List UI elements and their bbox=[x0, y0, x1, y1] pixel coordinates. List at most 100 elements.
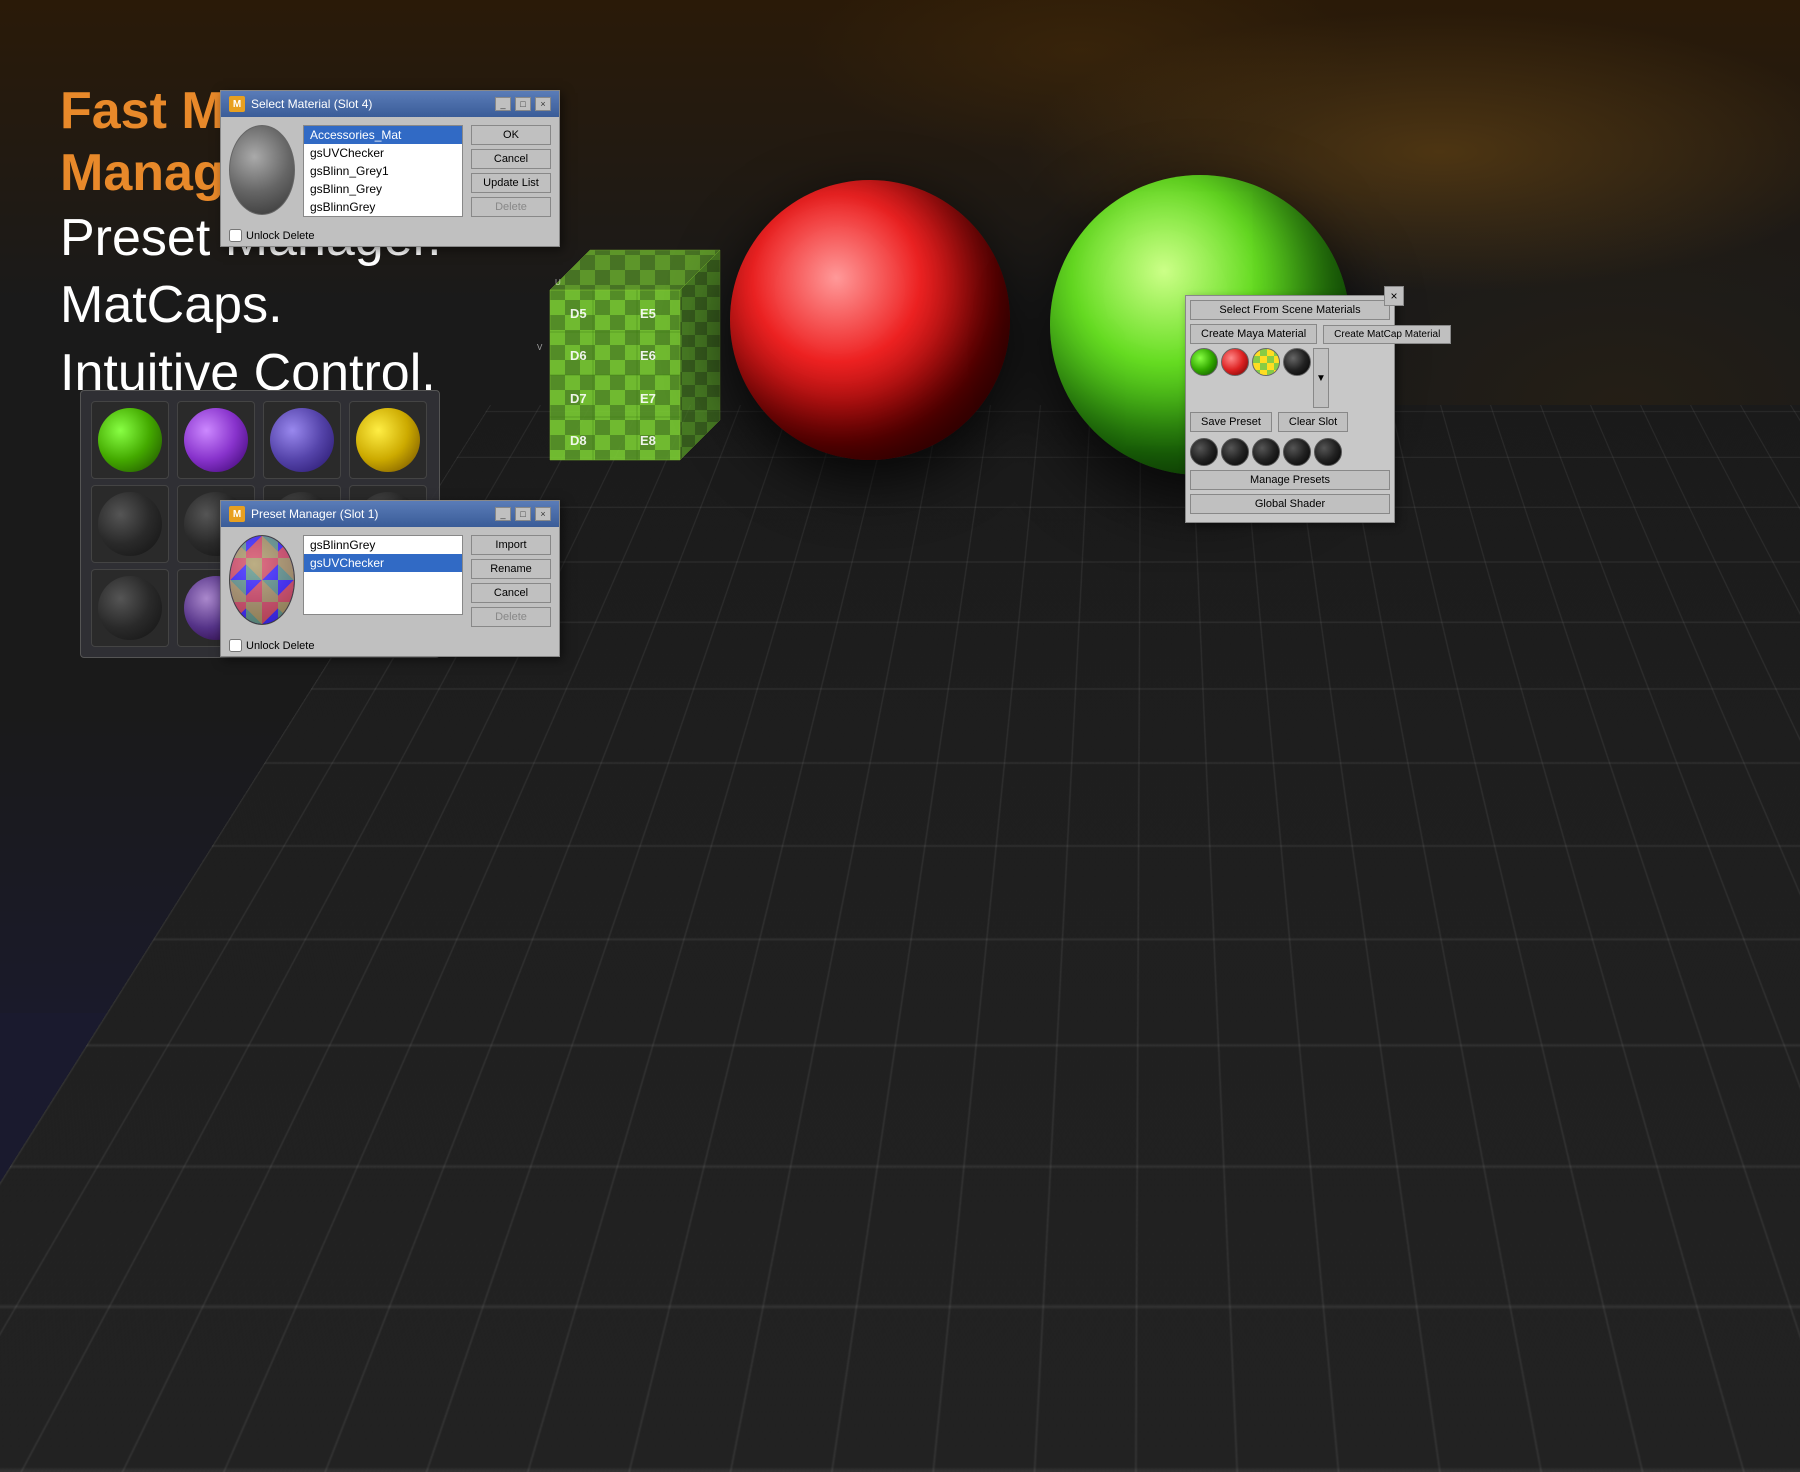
svg-text:D5: D5 bbox=[570, 306, 587, 321]
material-item-2[interactable]: gsBlinn_Grey1 bbox=[304, 162, 462, 180]
preset-manager-dialog: M Preset Manager (Slot 1) _ □ × gsBlinnG… bbox=[220, 500, 560, 657]
materials-list[interactable]: Accessories_Mat gsUVChecker gsBlinn_Grey… bbox=[303, 125, 463, 217]
mat-sphere-8 bbox=[98, 576, 162, 640]
small-swatch-3[interactable] bbox=[1252, 438, 1280, 466]
mat-sphere-4 bbox=[98, 492, 162, 556]
import-button[interactable]: Import bbox=[471, 535, 551, 555]
pm-titlebar-controls[interactable]: _ □ × bbox=[495, 507, 551, 521]
uv-checker-cube: D5 E5 D6 E6 D7 E7 D8 E8 U V bbox=[520, 210, 740, 490]
select-mat-body: Accessories_Mat gsUVChecker gsBlinn_Grey… bbox=[221, 117, 559, 225]
preset-manager-titlebar: M Preset Manager (Slot 1) _ □ × bbox=[221, 501, 559, 527]
save-preset-btn[interactable]: Save Preset bbox=[1190, 412, 1272, 432]
unlock-delete-label: Unlock Delete bbox=[246, 230, 314, 242]
unlock-row: Unlock Delete bbox=[221, 225, 559, 246]
mat-cell-8[interactable] bbox=[91, 569, 169, 647]
unlock-delete-checkbox[interactable] bbox=[229, 229, 242, 242]
create-maya-material-btn[interactable]: Create Maya Material bbox=[1190, 324, 1317, 344]
svg-text:V: V bbox=[537, 343, 543, 352]
titlebar-controls[interactable]: _ □ × bbox=[495, 97, 551, 111]
preset-manager-body: gsBlinnGrey gsUVChecker Import Rename Ca… bbox=[221, 527, 559, 635]
swatches-row-2 bbox=[1190, 436, 1390, 466]
scene-objects: D5 E5 D6 E6 D7 E7 D8 E8 U V bbox=[490, 0, 1800, 1013]
scroll-arrow[interactable]: ▼ bbox=[1313, 348, 1329, 408]
select-mat-buttons: OK Cancel Update List Delete bbox=[471, 125, 551, 217]
red-sphere bbox=[730, 180, 1010, 460]
material-item-0[interactable]: Accessories_Mat bbox=[304, 126, 462, 144]
svg-text:E6: E6 bbox=[640, 348, 656, 363]
small-swatch-4[interactable] bbox=[1283, 438, 1311, 466]
svg-text:D6: D6 bbox=[570, 348, 587, 363]
select-from-scene-row: Select From Scene Materials bbox=[1190, 300, 1390, 320]
small-swatch-1[interactable] bbox=[1190, 438, 1218, 466]
select-mat-title: Select Material (Slot 4) bbox=[251, 97, 372, 111]
select-from-scene-btn[interactable]: Select From Scene Materials bbox=[1190, 300, 1390, 320]
manage-presets-row: Manage Presets bbox=[1190, 470, 1390, 490]
rename-button[interactable]: Rename bbox=[471, 559, 551, 579]
maya-icon: M bbox=[229, 96, 245, 112]
svg-text:E8: E8 bbox=[640, 433, 656, 448]
material-item-1[interactable]: gsUVChecker bbox=[304, 144, 462, 162]
preset-manager-title: Preset Manager (Slot 1) bbox=[251, 507, 378, 521]
pm-minimize-btn[interactable]: _ bbox=[495, 507, 511, 521]
swatch-checker[interactable] bbox=[1252, 348, 1280, 376]
swatch-dark-1[interactable] bbox=[1283, 348, 1311, 376]
cube-svg: D5 E5 D6 E6 D7 E7 D8 E8 U V bbox=[520, 210, 740, 490]
matcap-swatches-row1 bbox=[1190, 348, 1311, 376]
mat-sphere-2 bbox=[270, 408, 334, 472]
mat-sphere-1 bbox=[184, 408, 248, 472]
select-mat-titlebar: M Select Material (Slot 4) _ □ × bbox=[221, 91, 559, 117]
small-swatch-2[interactable] bbox=[1221, 438, 1249, 466]
small-swatch-5[interactable] bbox=[1314, 438, 1342, 466]
pm-unlock-delete-checkbox[interactable] bbox=[229, 639, 242, 652]
material-item-4[interactable]: gsBlinnGrey bbox=[304, 198, 462, 216]
preset-preview-sphere bbox=[229, 535, 295, 625]
svg-text:E5: E5 bbox=[640, 306, 656, 321]
manage-presets-btn[interactable]: Manage Presets bbox=[1190, 470, 1390, 490]
close-btn[interactable]: × bbox=[535, 97, 551, 111]
mat-cell-4[interactable] bbox=[91, 485, 169, 563]
mat-cell-2[interactable] bbox=[263, 401, 341, 479]
cancel-button[interactable]: Cancel bbox=[471, 149, 551, 169]
save-clear-row: Save Preset Clear Slot bbox=[1190, 412, 1390, 432]
feature2-text: MatCaps. bbox=[60, 272, 442, 340]
clear-slot-btn[interactable]: Clear Slot bbox=[1278, 412, 1348, 432]
pm-close-btn[interactable]: × bbox=[535, 507, 551, 521]
swatch-green[interactable] bbox=[1190, 348, 1218, 376]
svg-text:D8: D8 bbox=[570, 433, 587, 448]
material-preview-sphere bbox=[229, 125, 295, 215]
pm-unlock-delete-label: Unlock Delete bbox=[246, 640, 314, 652]
global-shader-btn[interactable]: Global Shader bbox=[1190, 494, 1390, 514]
pm-cancel-button[interactable]: Cancel bbox=[471, 583, 551, 603]
mat-cell-1[interactable] bbox=[177, 401, 255, 479]
global-shader-row: Global Shader bbox=[1190, 494, 1390, 514]
titlebar-left: M Select Material (Slot 4) bbox=[229, 96, 372, 112]
create-buttons-row: Create Maya Material Create MatCap Mater… bbox=[1190, 324, 1390, 344]
material-item-3[interactable]: gsBlinn_Grey bbox=[304, 180, 462, 198]
create-matcap-material-btn[interactable]: Create MatCap Material bbox=[1323, 325, 1451, 344]
small-swatches bbox=[1190, 438, 1342, 466]
update-list-button[interactable]: Update List bbox=[471, 173, 551, 193]
select-material-dialog: M Select Material (Slot 4) _ □ × Accesso… bbox=[220, 90, 560, 247]
mat-sphere-3 bbox=[356, 408, 420, 472]
pm-delete-button[interactable]: Delete bbox=[471, 607, 551, 627]
swatch-red[interactable] bbox=[1221, 348, 1249, 376]
pm-maya-icon: M bbox=[229, 506, 245, 522]
ok-button[interactable]: OK bbox=[471, 125, 551, 145]
svg-text:D7: D7 bbox=[570, 391, 587, 406]
materials-list-container: Accessories_Mat gsUVChecker gsBlinn_Grey… bbox=[303, 125, 463, 217]
presets-list[interactable]: gsBlinnGrey gsUVChecker bbox=[303, 535, 463, 615]
svg-text:E7: E7 bbox=[640, 391, 656, 406]
preset-item-1[interactable]: gsUVChecker bbox=[304, 554, 462, 572]
svg-text:U: U bbox=[555, 278, 561, 287]
context-close-btn[interactable]: × bbox=[1384, 286, 1404, 306]
maximize-btn[interactable]: □ bbox=[515, 97, 531, 111]
pm-titlebar-left: M Preset Manager (Slot 1) bbox=[229, 506, 378, 522]
pm-unlock-row: Unlock Delete bbox=[221, 635, 559, 656]
mat-sphere-0 bbox=[98, 408, 162, 472]
minimize-btn[interactable]: _ bbox=[495, 97, 511, 111]
mat-cell-0[interactable] bbox=[91, 401, 169, 479]
pm-maximize-btn[interactable]: □ bbox=[515, 507, 531, 521]
preset-item-0[interactable]: gsBlinnGrey bbox=[304, 536, 462, 554]
mat-cell-3[interactable] bbox=[349, 401, 427, 479]
delete-button[interactable]: Delete bbox=[471, 197, 551, 217]
